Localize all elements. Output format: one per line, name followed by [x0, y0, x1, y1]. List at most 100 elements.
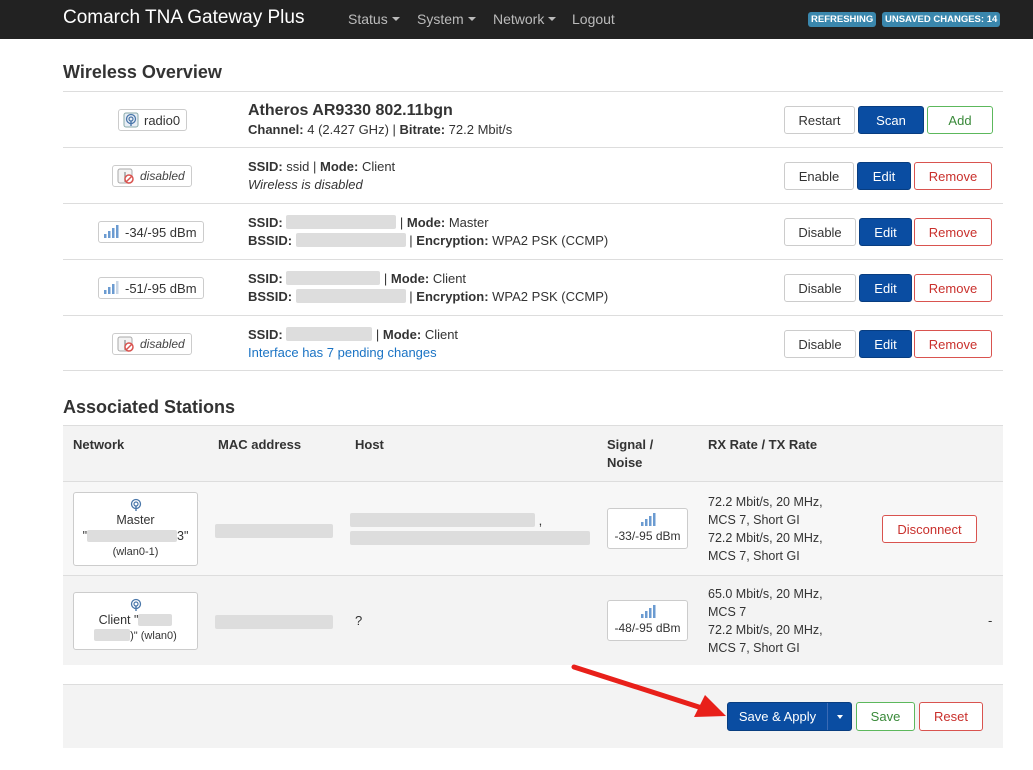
network-badge[interactable]: Client " )" (wlan0): [73, 592, 198, 650]
bssid-label: BSSID:: [248, 289, 293, 304]
iface-info: SSID: | Mode: Client Interface has 7 pen…: [248, 327, 459, 362]
iface-info: SSID: | Mode: Master BSSID: | Encryption…: [248, 215, 609, 248]
radio-badge-label: radio0: [144, 112, 181, 128]
scan-button[interactable]: Scan: [858, 106, 924, 134]
ssid-label: SSID:: [248, 327, 283, 342]
mode-label: Mode:: [406, 215, 446, 230]
disable-button[interactable]: Disable: [784, 330, 856, 358]
wifi-iface-row: disabled SSID: ssid | Mode: Client Wirel…: [63, 147, 1003, 203]
iface-info: SSID: | Mode: Client BSSID: | Encryption…: [248, 271, 609, 304]
remove-button[interactable]: Remove: [914, 218, 992, 246]
signal-icon: [608, 601, 687, 621]
rate-cell: 72.2 Mbit/s, 20 MHz, MCS 7, Short GI 72.…: [708, 493, 823, 565]
add-button[interactable]: Add: [927, 106, 993, 134]
mac-address: [215, 614, 333, 630]
mode-label: Mode:: [320, 159, 359, 174]
encryption-value: WPA2 PSK (CCMP): [492, 289, 609, 304]
wifi-icon: [74, 498, 197, 512]
col-signal-line2: Noise: [607, 455, 643, 470]
bssid-label: BSSID:: [248, 233, 293, 248]
network-mode: Master: [116, 513, 155, 527]
menu-logout[interactable]: Logout: [572, 11, 615, 27]
wireless-overview-title: Wireless Overview: [63, 62, 222, 82]
wifi-disabled-icon: [117, 168, 135, 184]
col-rate: RX Rate / TX Rate: [708, 437, 818, 452]
edit-button[interactable]: Edit: [859, 274, 912, 302]
rx-mcs: MCS 7: [708, 605, 747, 619]
ssid-suffix: 3": [177, 529, 189, 543]
menu-status[interactable]: Status: [348, 11, 400, 27]
redacted-mac: [215, 615, 333, 629]
network-badge[interactable]: Master " 3" (wlan0-1): [73, 492, 198, 566]
iface-info: SSID: ssid | Mode: Client Wireless is di…: [248, 159, 396, 192]
host-separator: ,: [538, 513, 543, 528]
mode-label: Mode:: [390, 271, 430, 286]
network-mode: Client ": [74, 612, 197, 628]
signal-value: -48/-95 dBm: [614, 621, 681, 635]
rate-cell: 65.0 Mbit/s, 20 MHz, MCS 7 72.2 Mbit/s, …: [708, 585, 823, 657]
signal-badge: -51/-95 dBm: [98, 277, 204, 299]
save-apply-dropdown[interactable]: [828, 703, 851, 730]
annotation-arrow: [571, 664, 726, 717]
enable-button[interactable]: Enable: [784, 162, 854, 190]
disable-button[interactable]: Disable: [784, 218, 856, 246]
status-badge: disabled: [112, 333, 192, 355]
restart-button[interactable]: Restart: [784, 106, 855, 134]
ssid-label: SSID:: [248, 159, 283, 174]
save-button[interactable]: Save: [856, 702, 915, 731]
redacted-host: [350, 513, 535, 527]
host-cell: ,: [350, 512, 590, 548]
mode-label: Mode:: [382, 327, 422, 342]
network-iface: )" (wlan0): [74, 628, 197, 644]
redacted-ssid: [87, 530, 178, 542]
redacted-bssid: [295, 289, 406, 303]
disconnect-button[interactable]: Disconnect: [882, 515, 977, 543]
edit-button[interactable]: Edit: [857, 162, 911, 190]
tx-rate: 72.2 Mbit/s, 20 MHz,: [708, 531, 823, 545]
unsaved-changes-badge[interactable]: UNSAVED CHANGES: 14: [882, 12, 1001, 27]
station-row: Client " )" (wlan0) ? -48/-95 dBm 65.0 M…: [63, 576, 1003, 666]
remove-button[interactable]: Remove: [914, 330, 992, 358]
brand-title[interactable]: Comarch TNA Gateway Plus: [63, 7, 304, 29]
signal-badge: -33/-95 dBm: [607, 508, 688, 549]
pending-changes-link[interactable]: Interface has 7 pending changes: [248, 344, 458, 362]
associated-stations-title: Associated Stations: [63, 397, 236, 417]
wifi-iface-row: -51/-95 dBm SSID: | Mode: Client BSSID: …: [63, 259, 1003, 315]
wifi-iface-row: -34/-95 dBm SSID: | Mode: Master BSSID: …: [63, 203, 1003, 259]
signal-icon: [608, 509, 687, 529]
refreshing-badge[interactable]: REFRESHING: [808, 12, 877, 27]
wifi-disabled-icon: [117, 336, 135, 352]
ssid-label: SSID:: [248, 271, 283, 286]
tx-mcs: MCS 7, Short GI: [708, 549, 800, 563]
mac-address: [215, 523, 333, 539]
encryption-label: Encryption:: [416, 289, 489, 304]
redacted-host: [350, 531, 590, 545]
channel-label: Channel:: [248, 122, 304, 137]
save-apply-button[interactable]: Save & Apply: [728, 703, 827, 730]
bitrate-label: Bitrate:: [399, 122, 446, 137]
signal-badge: -48/-95 dBm: [607, 600, 688, 641]
redacted-ssid: [138, 614, 173, 626]
mode-value: Client: [432, 271, 467, 286]
rx-rate: 72.2 Mbit/s, 20 MHz,: [708, 495, 823, 509]
reset-button[interactable]: Reset: [919, 702, 983, 731]
radio-info: Atheros AR9330 802.11bgn Channel: 4 (2.4…: [248, 101, 512, 139]
disable-button[interactable]: Disable: [784, 274, 856, 302]
save-apply-split-button: Save & Apply: [727, 702, 852, 731]
signal-icon: [103, 225, 119, 239]
edit-button[interactable]: Edit: [859, 330, 912, 358]
edit-button[interactable]: Edit: [859, 218, 912, 246]
action-bar: Save & Apply Save Reset: [63, 684, 1003, 748]
signal-value: -33/-95 dBm: [614, 529, 681, 543]
remove-button[interactable]: Remove: [914, 274, 992, 302]
redacted-ssid: [286, 327, 373, 341]
remove-button[interactable]: Remove: [914, 162, 992, 190]
menu-system[interactable]: System: [417, 11, 476, 27]
mode-value: Master: [448, 215, 489, 230]
status-badge: disabled: [112, 165, 192, 187]
radio-name: Atheros AR9330 802.11bgn: [248, 102, 453, 119]
menu-network[interactable]: Network: [493, 11, 557, 27]
radio-details: Channel: 4 (2.427 GHz) | Bitrate: 72.2 M…: [248, 122, 513, 137]
redacted-mac: [215, 524, 333, 538]
col-host: Host: [355, 437, 384, 452]
